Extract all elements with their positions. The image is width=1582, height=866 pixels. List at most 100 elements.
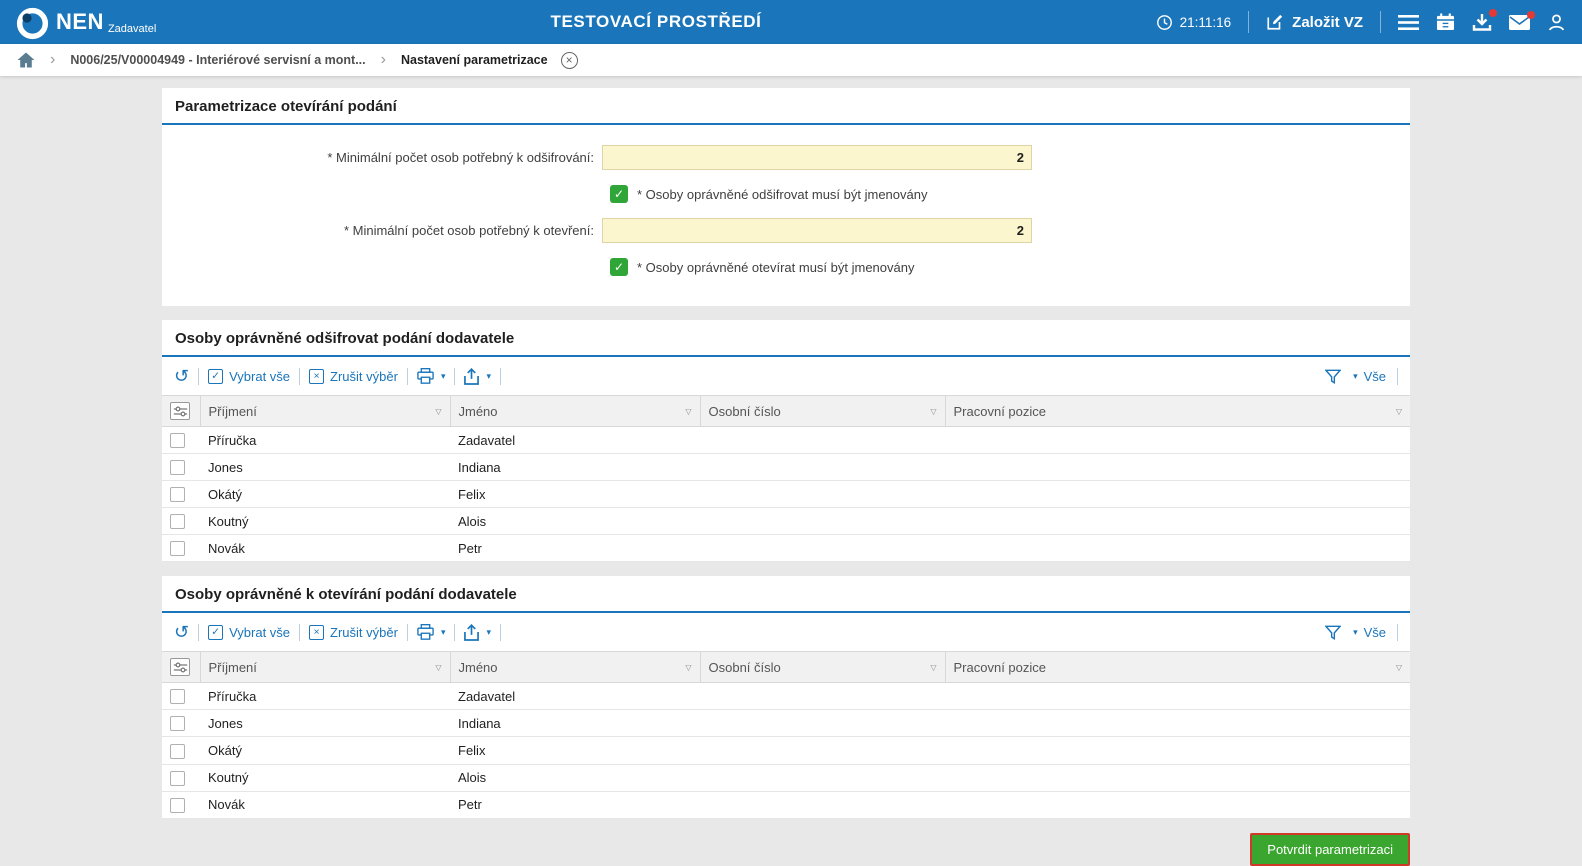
filter-triangle-icon[interactable]: ▽ — [435, 407, 441, 416]
confirm-parametrization-button[interactable]: Potvrdit parametrizaci — [1250, 833, 1410, 866]
check-icon: ✓ — [614, 187, 624, 201]
row-checkbox[interactable] — [170, 460, 185, 475]
select-all-button[interactable]: ✓ Vybrat vše — [208, 625, 290, 640]
row-checkbox-cell — [162, 508, 200, 535]
table-cell: Petr — [450, 535, 700, 562]
min-open-input[interactable] — [602, 218, 1032, 243]
breadcrumb-item-contract[interactable]: N006/25/V00004949 - Interiérové servisní… — [70, 53, 365, 67]
home-icon[interactable] — [17, 52, 35, 68]
table-cell: Indiana — [450, 710, 700, 737]
column-header-pracovni-pozice[interactable]: Pracovní pozice▽ — [945, 652, 1410, 683]
table-row[interactable]: PříručkaZadavatel — [162, 683, 1410, 710]
filter-icon[interactable] — [1325, 369, 1341, 384]
view-all-dropdown[interactable]: ▾ Vše — [1352, 625, 1386, 640]
menu-icon[interactable] — [1398, 15, 1419, 30]
table-row[interactable]: OkátýFelix — [162, 737, 1410, 764]
table-cell — [700, 508, 945, 535]
filter-triangle-icon[interactable]: ▽ — [1396, 663, 1402, 672]
select-all-button[interactable]: ✓ Vybrat vše — [208, 369, 290, 384]
min-open-row: * Minimální počet osob potřebný k otevře… — [162, 218, 1410, 243]
open-named-row: ✓ * Osoby oprávněné otevírat musí být jm… — [610, 258, 1410, 276]
print-button[interactable]: ▾ — [417, 624, 446, 640]
decrypt-persons-section: Osoby oprávněné odšifrovat podání dodava… — [162, 320, 1410, 562]
row-checkbox[interactable] — [170, 744, 185, 759]
table-row[interactable]: PříručkaZadavatel — [162, 427, 1410, 454]
table-row[interactable]: KoutnýAlois — [162, 508, 1410, 535]
row-checkbox[interactable] — [170, 716, 185, 731]
messages-icon[interactable] — [1509, 15, 1530, 30]
create-vz-button[interactable]: Založit VZ — [1266, 13, 1363, 31]
table-row[interactable]: OkátýFelix — [162, 481, 1410, 508]
table-row[interactable]: NovákPetr — [162, 535, 1410, 562]
table-cell — [700, 481, 945, 508]
table-row[interactable]: KoutnýAlois — [162, 764, 1410, 791]
column-settings-icon[interactable] — [170, 402, 190, 420]
table-cell: Felix — [450, 481, 700, 508]
table-header-row: Příjmení▽ Jméno▽ Osobní číslo▽ Pracovní … — [162, 396, 1410, 427]
clear-selection-button[interactable]: × Zrušit výběr — [309, 625, 398, 640]
clear-selection-button[interactable]: × Zrušit výběr — [309, 369, 398, 384]
filter-triangle-icon[interactable]: ▽ — [685, 663, 691, 672]
column-header-jmeno[interactable]: Jméno▽ — [450, 396, 700, 427]
row-checkbox[interactable] — [170, 433, 185, 448]
chevron-right-icon: › — [50, 52, 55, 68]
refresh-icon[interactable]: ↺ — [174, 367, 189, 385]
view-all-dropdown[interactable]: ▾ Vše — [1352, 369, 1386, 384]
table-cell: Novák — [200, 535, 450, 562]
export-button[interactable]: ▾ — [464, 624, 491, 641]
filter-triangle-icon[interactable]: ▽ — [1396, 407, 1402, 416]
calendar-icon[interactable] — [1436, 13, 1455, 31]
min-decrypt-input[interactable] — [602, 145, 1032, 170]
close-tab-icon[interactable]: × — [561, 52, 578, 69]
table-cell — [945, 737, 1410, 764]
filter-triangle-icon[interactable]: ▽ — [435, 663, 441, 672]
column-settings-header — [162, 396, 200, 427]
checkbox-cross-icon: × — [309, 625, 324, 640]
column-header-osobni-cislo[interactable]: Osobní číslo▽ — [700, 652, 945, 683]
filter-triangle-icon[interactable]: ▽ — [685, 407, 691, 416]
main-content: Parametrizace otevírání podání * Minimál… — [162, 88, 1410, 866]
row-checkbox[interactable] — [170, 798, 185, 813]
column-header-osobni-cislo[interactable]: Osobní číslo▽ — [700, 396, 945, 427]
filter-triangle-icon[interactable]: ▽ — [930, 407, 936, 416]
breadcrumb: › N006/25/V00004949 - Interiérové servis… — [0, 44, 1582, 76]
filter-triangle-icon[interactable]: ▽ — [930, 663, 936, 672]
column-header-prijmeni[interactable]: Příjmení▽ — [200, 652, 450, 683]
user-icon[interactable] — [1547, 13, 1566, 32]
export-button[interactable]: ▾ — [464, 368, 491, 385]
table-row[interactable]: NovákPetr — [162, 791, 1410, 818]
column-header-pracovni-pozice[interactable]: Pracovní pozice▽ — [945, 396, 1410, 427]
row-checkbox[interactable] — [170, 689, 185, 704]
clear-selection-label: Zrušit výběr — [330, 625, 398, 640]
toolbar-divider — [407, 624, 408, 641]
row-checkbox[interactable] — [170, 771, 185, 786]
toolbar-divider — [198, 368, 199, 385]
column-header-jmeno[interactable]: Jméno▽ — [450, 652, 700, 683]
export-icon — [464, 624, 479, 641]
nen-logo[interactable]: NEN Zadavatel — [16, 2, 156, 42]
refresh-icon[interactable]: ↺ — [174, 623, 189, 641]
column-settings-icon[interactable] — [170, 658, 190, 676]
row-checkbox-cell — [162, 683, 200, 710]
table-row[interactable]: JonesIndiana — [162, 710, 1410, 737]
table-cell — [700, 791, 945, 818]
row-checkbox-cell — [162, 427, 200, 454]
row-checkbox[interactable] — [170, 541, 185, 556]
notification-dot — [1489, 9, 1497, 17]
decrypt-named-row: ✓ * Osoby oprávněné odšifrovat musí být … — [610, 185, 1410, 203]
column-header-prijmeni[interactable]: Příjmení▽ — [200, 396, 450, 427]
open-named-checkbox[interactable]: ✓ — [610, 258, 628, 276]
filter-icon[interactable] — [1325, 625, 1341, 640]
open-persons-title: Osoby oprávněné k otevírání podání dodav… — [162, 576, 1410, 613]
table-cell: Zadavatel — [450, 683, 700, 710]
table-cell — [700, 454, 945, 481]
row-checkbox[interactable] — [170, 514, 185, 529]
decrypt-named-checkbox[interactable]: ✓ — [610, 185, 628, 203]
table-cell — [945, 710, 1410, 737]
caret-down-icon: ▾ — [1353, 371, 1358, 382]
row-checkbox[interactable] — [170, 487, 185, 502]
print-button[interactable]: ▾ — [417, 368, 446, 384]
downloads-icon[interactable] — [1472, 13, 1492, 31]
table-row[interactable]: JonesIndiana — [162, 454, 1410, 481]
row-checkbox-cell — [162, 710, 200, 737]
